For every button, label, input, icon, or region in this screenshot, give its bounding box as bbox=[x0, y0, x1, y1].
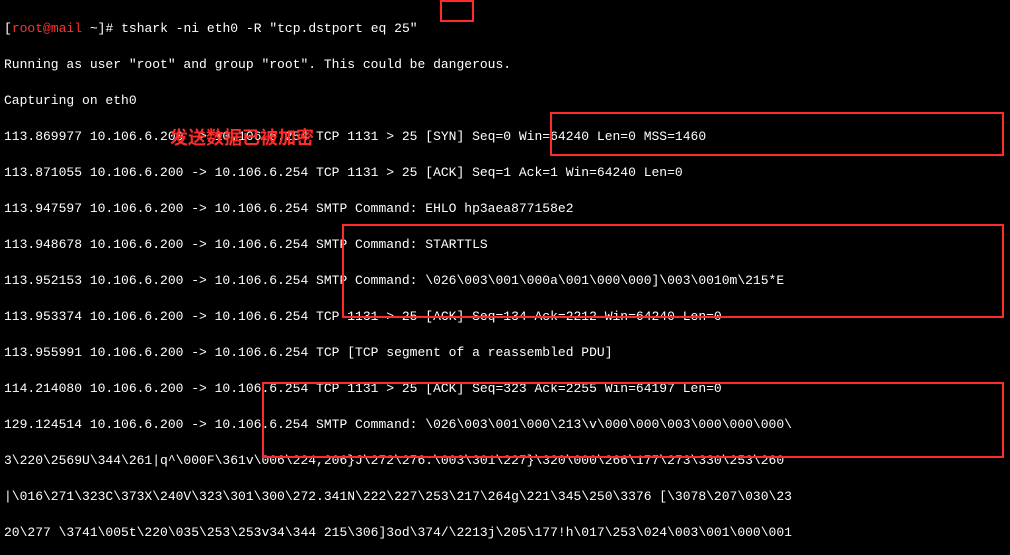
packet-line: 113.869977 10.106.6.200 -> 10.106.6.254 … bbox=[4, 128, 1006, 146]
packet-line: 129.124514 10.106.6.200 -> 10.106.6.254 … bbox=[4, 416, 1006, 434]
packet-line: 20\277 \3741\005t\220\035\253\253v34\344… bbox=[4, 524, 1006, 542]
prompt-line: [root@mail ~]# tshark -ni eth0 -R "tcp.d… bbox=[4, 20, 1006, 38]
packet-line: 113.947597 10.106.6.200 -> 10.106.6.254 … bbox=[4, 200, 1006, 218]
packet-line: 113.871055 10.106.6.200 -> 10.106.6.254 … bbox=[4, 164, 1006, 182]
packet-line: 113.948678 10.106.6.200 -> 10.106.6.254 … bbox=[4, 236, 1006, 254]
packet-line: 113.952153 10.106.6.200 -> 10.106.6.254 … bbox=[4, 272, 1006, 290]
packet-line: 113.955991 10.106.6.200 -> 10.106.6.254 … bbox=[4, 344, 1006, 362]
terminal-window[interactable]: [root@mail ~]# tshark -ni eth0 -R "tcp.d… bbox=[0, 0, 1010, 555]
packet-line: 3\220\2569U\344\261|q^\000F\361v\006\224… bbox=[4, 452, 1006, 470]
prompt-user-host: root@mail bbox=[12, 21, 82, 36]
highlight-box-port bbox=[440, 0, 474, 22]
packet-line: 114.214080 10.106.6.200 -> 10.106.6.254 … bbox=[4, 380, 1006, 398]
warning-line: Running as user "root" and group "root".… bbox=[4, 56, 1006, 74]
packet-line: |\016\271\323C\373X\240V\323\301\300\272… bbox=[4, 488, 1006, 506]
capture-line: Capturing on eth0 bbox=[4, 92, 1006, 110]
command-text: tshark -ni eth0 -R "tcp.dstport eq 25" bbox=[121, 21, 417, 36]
packet-line: 113.953374 10.106.6.200 -> 10.106.6.254 … bbox=[4, 308, 1006, 326]
